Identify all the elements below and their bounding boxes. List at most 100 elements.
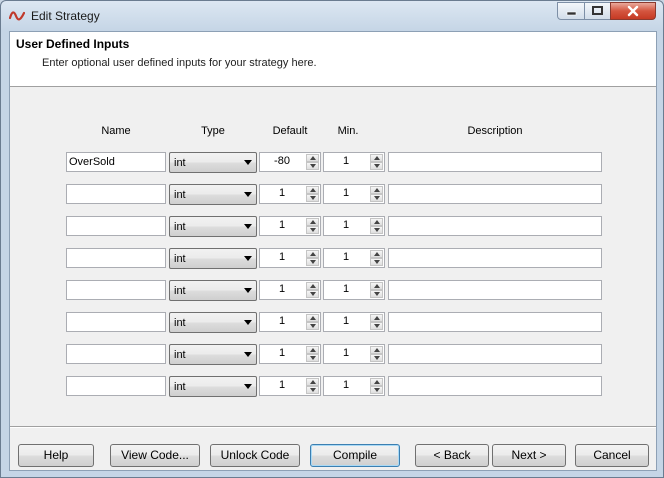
name-input[interactable] (66, 216, 166, 236)
min-stepper[interactable]: 1 (323, 152, 385, 172)
description-input[interactable] (388, 216, 602, 236)
compile-button[interactable]: Compile (310, 444, 400, 467)
stepper-up-icon[interactable] (370, 250, 383, 258)
stepper-up-icon[interactable] (370, 282, 383, 290)
column-header-name: Name (101, 125, 131, 137)
default-value: 1 (278, 251, 286, 263)
min-stepper[interactable]: 1 (323, 280, 385, 300)
type-value: int (174, 317, 186, 329)
next-button[interactable]: Next > (492, 444, 566, 467)
stepper-up-icon[interactable] (306, 378, 319, 386)
edit-strategy-window: Edit Strategy User Defined Inputs Enter … (0, 0, 664, 478)
stepper-down-icon[interactable] (306, 354, 319, 362)
stepper-down-icon[interactable] (306, 162, 319, 170)
page-subtitle: Enter optional user defined inputs for y… (42, 57, 317, 69)
help-button[interactable]: Help (18, 444, 94, 467)
default-stepper[interactable]: 1 (259, 280, 321, 300)
page-title: User Defined Inputs (16, 37, 130, 51)
description-input[interactable] (388, 312, 602, 332)
stepper-up-icon[interactable] (306, 250, 319, 258)
default-stepper[interactable]: 1 (259, 376, 321, 396)
stepper-up-icon[interactable] (370, 314, 383, 322)
footer-divider (10, 426, 656, 428)
stepper-down-icon[interactable] (306, 322, 319, 330)
description-input[interactable] (388, 248, 602, 268)
stepper-down-icon[interactable] (306, 226, 319, 234)
stepper-up-icon[interactable] (306, 218, 319, 226)
description-input[interactable] (388, 280, 602, 300)
stepper-down-icon[interactable] (306, 290, 319, 298)
stepper-down-icon[interactable] (370, 386, 383, 394)
description-input[interactable] (388, 344, 602, 364)
default-stepper[interactable]: 1 (259, 344, 321, 364)
chevron-down-icon (244, 384, 252, 389)
stepper-up-icon[interactable] (370, 154, 383, 162)
name-input[interactable] (66, 376, 166, 396)
maximize-button[interactable] (584, 2, 611, 20)
min-stepper[interactable]: 1 (323, 248, 385, 268)
stepper-down-icon[interactable] (370, 226, 383, 234)
min-value: 1 (342, 251, 350, 263)
description-input[interactable] (388, 184, 602, 204)
type-value: int (174, 349, 186, 361)
stepper-down-icon[interactable] (306, 258, 319, 266)
stepper-up-icon[interactable] (306, 314, 319, 322)
stepper-up-icon[interactable] (306, 186, 319, 194)
min-stepper[interactable]: 1 (323, 312, 385, 332)
stepper-down-icon[interactable] (370, 322, 383, 330)
type-dropdown[interactable]: int (169, 248, 257, 269)
type-value: int (174, 253, 186, 265)
stepper-up-icon[interactable] (370, 186, 383, 194)
cancel-button[interactable]: Cancel (575, 444, 649, 467)
name-input[interactable]: OverSold (66, 152, 166, 172)
min-stepper[interactable]: 1 (323, 184, 385, 204)
view-code-button[interactable]: View Code... (110, 444, 200, 467)
stepper-down-icon[interactable] (306, 194, 319, 202)
description-input[interactable] (388, 152, 602, 172)
stepper-down-icon[interactable] (370, 290, 383, 298)
min-stepper[interactable]: 1 (323, 344, 385, 364)
name-input[interactable] (66, 344, 166, 364)
description-input[interactable] (388, 376, 602, 396)
default-stepper[interactable]: 1 (259, 248, 321, 268)
stepper-down-icon[interactable] (370, 354, 383, 362)
default-stepper[interactable]: 1 (259, 184, 321, 204)
name-input[interactable] (66, 280, 166, 300)
type-dropdown[interactable]: int (169, 280, 257, 301)
stepper-up-icon[interactable] (370, 378, 383, 386)
type-dropdown[interactable]: int (169, 376, 257, 397)
title-bar[interactable]: Edit Strategy (1, 1, 663, 31)
chevron-down-icon (244, 224, 252, 229)
type-value: int (174, 221, 186, 233)
type-dropdown[interactable]: int (169, 152, 257, 173)
stepper-down-icon[interactable] (370, 258, 383, 266)
type-dropdown[interactable]: int (169, 184, 257, 205)
stepper-down-icon[interactable] (370, 194, 383, 202)
stepper-down-icon[interactable] (370, 162, 383, 170)
min-stepper[interactable]: 1 (323, 376, 385, 396)
stepper-up-icon[interactable] (370, 346, 383, 354)
back-button[interactable]: < Back (415, 444, 489, 467)
minimize-button[interactable] (557, 2, 585, 20)
close-button[interactable] (610, 2, 656, 20)
default-stepper[interactable]: -80 (259, 152, 321, 172)
type-value: int (174, 189, 186, 201)
stepper-up-icon[interactable] (306, 154, 319, 162)
default-stepper[interactable]: 1 (259, 312, 321, 332)
min-stepper[interactable]: 1 (323, 216, 385, 236)
type-dropdown[interactable]: int (169, 344, 257, 365)
stepper-up-icon[interactable] (370, 218, 383, 226)
name-input[interactable] (66, 248, 166, 268)
name-input[interactable] (66, 184, 166, 204)
waveform-icon (9, 11, 25, 21)
default-stepper[interactable]: 1 (259, 216, 321, 236)
stepper-up-icon[interactable] (306, 282, 319, 290)
unlock-code-button[interactable]: Unlock Code (210, 444, 300, 467)
name-input[interactable] (66, 312, 166, 332)
type-dropdown[interactable]: int (169, 312, 257, 333)
stepper-down-icon[interactable] (306, 386, 319, 394)
default-value: 1 (278, 187, 286, 199)
stepper-up-icon[interactable] (306, 346, 319, 354)
min-value: 1 (342, 219, 350, 231)
type-dropdown[interactable]: int (169, 216, 257, 237)
